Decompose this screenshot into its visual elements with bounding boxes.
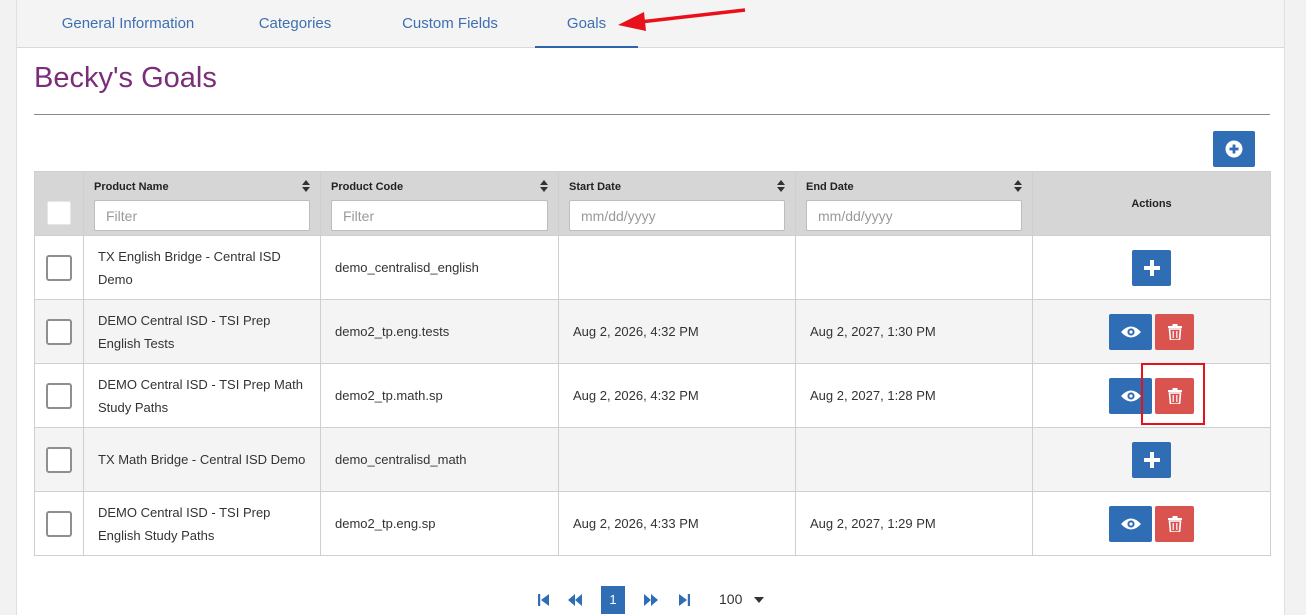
- row-checkbox[interactable]: [46, 382, 72, 409]
- start-date-filter-input[interactable]: [569, 200, 785, 231]
- product-name-cell: DEMO Central ISD - TSI Prep Math Study P…: [83, 363, 321, 428]
- column-header-start-date[interactable]: Start Date: [558, 171, 796, 236]
- eye-icon: [1120, 390, 1141, 401]
- product-code-cell: demo_centralisd_english: [320, 235, 559, 300]
- pagination: 1 100: [0, 586, 1306, 615]
- end-date-cell: Aug 2, 2027, 1:30 PM: [795, 299, 1033, 364]
- sort-icon[interactable]: [777, 180, 785, 192]
- start-date-cell: Aug 2, 2026, 4:32 PM: [558, 363, 796, 428]
- actions-cell: [1032, 491, 1271, 556]
- add-goal-row-button[interactable]: [1132, 441, 1171, 478]
- current-page-button[interactable]: 1: [601, 586, 625, 614]
- tab-categories[interactable]: Categories: [242, 0, 348, 48]
- column-header-product-code[interactable]: Product Code: [320, 171, 559, 236]
- annotation-arrow: [618, 8, 746, 31]
- tab-custom-fields[interactable]: Custom Fields: [385, 0, 515, 48]
- product-name: TX English Bridge - Central ISD Demo: [98, 248, 281, 287]
- sort-icon[interactable]: [540, 180, 548, 192]
- product-code-cell: demo_centralisd_math: [320, 427, 559, 492]
- column-header-end-date[interactable]: End Date: [795, 171, 1033, 236]
- annotation-highlight-box: [1141, 363, 1205, 425]
- next-page-icon[interactable]: [643, 592, 659, 608]
- column-header-product-name[interactable]: Product Name: [83, 171, 321, 236]
- chevron-down-icon[interactable]: [754, 597, 764, 603]
- plus-icon: [1143, 259, 1160, 276]
- column-label: End Date: [806, 181, 854, 193]
- row-checkbox[interactable]: [46, 446, 72, 473]
- plus-icon: [1143, 451, 1160, 468]
- trash-icon: [1167, 515, 1182, 532]
- start-date-cell: Aug 2, 2026, 4:32 PM: [558, 299, 796, 364]
- row-checkbox[interactable]: [46, 254, 72, 281]
- view-goal-button[interactable]: [1109, 313, 1152, 350]
- column-label: Actions: [1131, 197, 1172, 210]
- tab-general-information[interactable]: General Information: [33, 0, 223, 48]
- page-size-select[interactable]: 100: [719, 591, 742, 607]
- table-row: DEMO Central ISD - TSI Prep Math Study P…: [34, 363, 1271, 428]
- product-name: DEMO Central ISD - TSI Prep Math Study P…: [98, 376, 303, 415]
- column-label: Product Code: [331, 181, 404, 193]
- end-date-cell: Aug 2, 2027, 1:28 PM: [795, 363, 1033, 428]
- table-row: TX English Bridge - Central ISD Demo dem…: [34, 235, 1271, 300]
- actions-cell: [1032, 299, 1271, 364]
- table-row: DEMO Central ISD - TSI Prep English Test…: [34, 299, 1271, 364]
- prev-page-icon[interactable]: [567, 592, 583, 608]
- table-row: DEMO Central ISD - TSI Prep English Stud…: [34, 491, 1271, 556]
- sort-icon[interactable]: [302, 180, 310, 192]
- product-code-cell: demo2_tp.eng.sp: [320, 491, 559, 556]
- product-code-cell: demo2_tp.math.sp: [320, 363, 559, 428]
- last-page-icon[interactable]: [677, 592, 693, 608]
- product-name-cell: DEMO Central ISD - TSI Prep English Test…: [83, 299, 321, 364]
- start-date-cell: [558, 235, 796, 300]
- delete-goal-button[interactable]: [1155, 313, 1194, 350]
- plus-circle-icon: [1225, 140, 1243, 158]
- row-select-cell: [34, 491, 84, 556]
- product-name-filter-input[interactable]: [94, 200, 310, 231]
- product-name: DEMO Central ISD - TSI Prep English Stud…: [98, 504, 271, 543]
- row-select-cell: [34, 363, 84, 428]
- row-select-cell: [34, 299, 84, 364]
- start-date-cell: [558, 427, 796, 492]
- add-goal-button[interactable]: [1213, 131, 1255, 167]
- goals-table: Product Name Product Code Start Date: [34, 171, 1271, 556]
- select-all-header: [34, 171, 84, 236]
- trash-icon: [1167, 323, 1182, 340]
- title-divider: [34, 114, 1270, 115]
- column-label: Start Date: [569, 181, 621, 193]
- end-date-cell: [795, 235, 1033, 300]
- end-date-cell: Aug 2, 2027, 1:29 PM: [795, 491, 1033, 556]
- view-goal-button[interactable]: [1109, 505, 1152, 542]
- row-select-cell: [34, 235, 84, 300]
- product-name: TX Math Bridge - Central ISD Demo: [98, 452, 306, 467]
- first-page-icon[interactable]: [535, 592, 551, 608]
- goals-panel: General Information Categories Custom Fi…: [16, 0, 1285, 615]
- product-name-cell: TX English Bridge - Central ISD Demo: [83, 235, 321, 300]
- row-select-cell: [34, 427, 84, 492]
- delete-goal-button[interactable]: [1155, 505, 1194, 542]
- select-all-checkbox[interactable]: [47, 201, 71, 225]
- product-code-filter-input[interactable]: [331, 200, 548, 231]
- column-label: Product Name: [94, 181, 169, 193]
- end-date-cell: [795, 427, 1033, 492]
- product-name: DEMO Central ISD - TSI Prep English Test…: [98, 312, 271, 351]
- actions-cell: [1032, 427, 1271, 492]
- column-header-actions: Actions: [1032, 171, 1271, 236]
- actions-cell: [1032, 235, 1271, 300]
- eye-icon: [1120, 518, 1141, 529]
- table-row: TX Math Bridge - Central ISD Demo demo_c…: [34, 427, 1271, 492]
- add-goal-row-button[interactable]: [1132, 249, 1171, 286]
- product-name-cell: TX Math Bridge - Central ISD Demo: [83, 427, 321, 492]
- row-checkbox[interactable]: [46, 318, 72, 345]
- eye-icon: [1120, 326, 1141, 337]
- start-date-cell: Aug 2, 2026, 4:33 PM: [558, 491, 796, 556]
- end-date-filter-input[interactable]: [806, 200, 1022, 231]
- sort-icon[interactable]: [1014, 180, 1022, 192]
- table-header-row: Product Name Product Code Start Date: [34, 171, 1271, 236]
- page-title: Becky's Goals: [34, 62, 217, 94]
- row-checkbox[interactable]: [46, 510, 72, 537]
- product-code-cell: demo2_tp.eng.tests: [320, 299, 559, 364]
- product-name-cell: DEMO Central ISD - TSI Prep English Stud…: [83, 491, 321, 556]
